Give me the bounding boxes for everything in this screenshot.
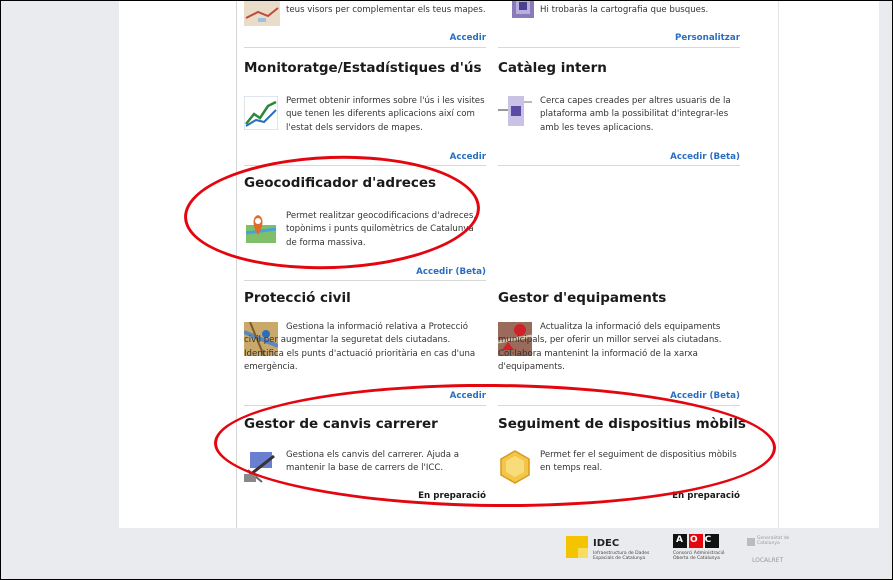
accedir-link[interactable]: Accedir — [450, 152, 486, 162]
card-top-right: Hi trobaràs la cartografia que busques. … — [498, 0, 740, 48]
layers-icon — [510, 0, 538, 26]
map-thumbnail-icon — [244, 0, 280, 30]
card-monitoratge: Monitoratge/Estadístiques d'ús Permet ob… — [243, 60, 486, 166]
accedir-beta-link[interactable]: Accedir (Beta) — [416, 267, 486, 277]
accedir-beta-link[interactable]: Accedir (Beta) — [670, 152, 740, 162]
column-divider-right — [778, 1, 779, 528]
card-separator — [498, 47, 740, 48]
gencat-logo-icon — [747, 538, 755, 546]
idec-logo-square — [578, 548, 588, 558]
card-separator — [498, 165, 740, 166]
statistics-chart-icon — [243, 95, 279, 131]
card-title: Protecció civil — [244, 290, 351, 306]
card-description: Gestiona la informació relativa a Protec… — [244, 322, 476, 373]
catalog-layers-icon — [498, 94, 532, 128]
card-title: Gestor d'equipaments — [498, 290, 667, 306]
card-description: Cerca capes creades per altres usuaris d… — [540, 96, 731, 133]
card-title: Monitoratge/Estadístiques d'ús — [244, 60, 482, 76]
gencat-logo-text[interactable]: Generalitat de Catalunya — [757, 536, 797, 546]
aoc-logo-text: AOC — [676, 535, 719, 545]
idec-logo-subtitle: Infraestructura de Dades Espacials de Ca… — [593, 551, 650, 561]
card-description: teus visors per complementar els teus ma… — [286, 5, 486, 15]
card-description: Actualitza la informació dels equipament… — [498, 322, 722, 373]
personalitzar-link[interactable]: Personalitzar — [675, 33, 740, 43]
card-description: Permet obtenir informes sobre l'ús i les… — [286, 96, 485, 133]
card-separator — [244, 280, 486, 281]
aoc-logo[interactable]: AOC — [673, 534, 723, 548]
card-top-left: teus visors per complementar els teus ma… — [244, 0, 486, 48]
card-description: Hi trobaràs la cartografia que busques. — [540, 5, 709, 15]
idec-logo-text[interactable]: IDEC — [593, 538, 619, 549]
card-cataleg: Catàleg intern Cerca capes creades per a… — [498, 60, 740, 166]
accedir-link[interactable]: Accedir — [450, 33, 486, 43]
card-separator — [244, 47, 486, 48]
card-title: Catàleg intern — [498, 60, 607, 76]
localret-logo-text[interactable]: LOCALRET — [752, 557, 783, 564]
accedir-beta-link[interactable]: Accedir (Beta) — [670, 391, 740, 401]
aoc-logo-subtitle: Consorci Administració Oberta de Catalun… — [673, 551, 725, 561]
